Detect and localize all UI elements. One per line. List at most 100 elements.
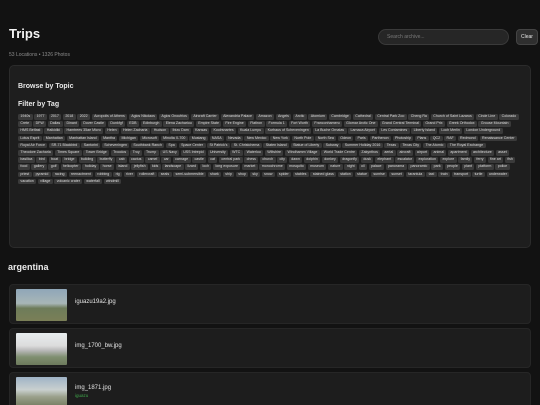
tag-chip[interactable]: aerial bbox=[381, 149, 396, 156]
tag-chip[interactable]: Manhattan Island bbox=[66, 135, 100, 142]
tag-chip[interactable]: Cheng Ra bbox=[408, 114, 430, 120]
tag-chip[interactable]: oil bbox=[358, 164, 367, 170]
photo-tag[interactable]: iguazu bbox=[75, 393, 88, 398]
tag-chip[interactable]: taxi bbox=[426, 171, 437, 178]
tag-chip[interactable]: La Buche Ornatas bbox=[312, 128, 347, 134]
tag-chip[interactable]: panoramic bbox=[408, 164, 430, 170]
tag-chip[interactable]: North Sea bbox=[315, 135, 337, 142]
tag-chip[interactable]: bird bbox=[36, 157, 48, 163]
tag-chip[interactable]: NASA bbox=[209, 135, 225, 142]
photo-card[interactable]: img_1871.jpg iguazu bbox=[9, 372, 531, 405]
tag-chip[interactable]: camel bbox=[145, 157, 160, 163]
tag-chip[interactable]: Acropolis of Athens bbox=[91, 114, 128, 120]
tag-chip[interactable]: New York bbox=[270, 135, 291, 142]
tag-chip[interactable]: architecture bbox=[470, 149, 495, 156]
tag-chip[interactable]: Michigan bbox=[119, 135, 139, 142]
tag-chip[interactable]: family bbox=[458, 157, 473, 163]
tag-chip[interactable]: loch bbox=[200, 164, 212, 170]
tag-chip[interactable]: airport bbox=[414, 149, 430, 156]
tag-chip[interactable]: dawn bbox=[288, 157, 303, 163]
tag-chip[interactable]: carnage bbox=[172, 157, 191, 163]
tag-chip[interactable]: Amazon bbox=[256, 114, 274, 120]
tag-chip[interactable]: Greek Orthodox bbox=[446, 121, 477, 127]
tag-chip[interactable]: Helen Zacharia bbox=[120, 128, 150, 134]
tag-chip[interactable]: Parthenon bbox=[369, 135, 391, 142]
tag-chip[interactable]: transport bbox=[451, 171, 471, 178]
tag-chip[interactable]: butterfly bbox=[97, 157, 115, 163]
tag-chip[interactable]: waterfall bbox=[83, 178, 103, 185]
tag-chip[interactable]: Mustang bbox=[189, 135, 208, 142]
tag-chip[interactable]: tarantula bbox=[405, 171, 425, 178]
tag-chip[interactable]: Fire Engine bbox=[223, 121, 247, 127]
tag-chip[interactable]: helicopter bbox=[60, 164, 81, 170]
tag-chip[interactable]: castle bbox=[192, 157, 207, 163]
tag-chip[interactable]: Franconhameru bbox=[312, 121, 343, 127]
tag-chip[interactable]: horse bbox=[100, 164, 115, 170]
tag-chip[interactable]: Hudson bbox=[151, 128, 169, 134]
photo-thumbnail[interactable] bbox=[16, 333, 67, 365]
tag-chip[interactable]: jellyfish bbox=[131, 164, 148, 170]
tag-chip[interactable]: Subway bbox=[323, 142, 341, 149]
search-input[interactable] bbox=[378, 29, 509, 45]
tag-chip[interactable]: boat bbox=[48, 157, 61, 163]
tag-chip[interactable]: Colorado bbox=[499, 114, 519, 120]
tag-chip[interactable]: holiday bbox=[82, 164, 99, 170]
tag-chip[interactable]: police bbox=[495, 164, 510, 170]
tag-chip[interactable]: Nevada bbox=[225, 135, 243, 142]
tag-chip[interactable]: aircraft bbox=[397, 149, 413, 156]
tag-chip[interactable]: University bbox=[207, 149, 229, 156]
tag-chip[interactable]: Dover Castle bbox=[80, 121, 107, 127]
tag-chip[interactable]: spider bbox=[276, 171, 292, 178]
tag-chip[interactable]: Trump bbox=[143, 149, 159, 156]
tag-chip[interactable]: Kuala Lumpu bbox=[237, 128, 264, 134]
tag-chip[interactable]: dusk bbox=[360, 157, 374, 163]
tag-chip[interactable]: stained glass bbox=[310, 171, 337, 178]
tag-chip[interactable]: plant bbox=[461, 164, 475, 170]
tag-chip[interactable]: Angels bbox=[275, 114, 292, 120]
tag-chip[interactable]: Staten Island bbox=[263, 142, 290, 149]
tag-chip[interactable]: Ibizu Dam bbox=[170, 128, 192, 134]
tag-chip[interactable]: Empire State bbox=[195, 121, 222, 127]
tag-chip[interactable]: turtle bbox=[472, 171, 485, 178]
tag-chip[interactable]: landscape bbox=[162, 164, 184, 170]
tag-chip[interactable]: cat bbox=[207, 157, 218, 163]
tag-chip[interactable]: gallery bbox=[31, 164, 47, 170]
tag-chip[interactable]: Statue of Liberty bbox=[290, 142, 322, 149]
tag-chip[interactable]: racing bbox=[52, 171, 67, 178]
tag-chip[interactable]: USS Intrepid bbox=[180, 149, 206, 156]
tag-chip[interactable]: Dunkfgf bbox=[108, 121, 126, 127]
tag-chip[interactable]: Circle Line bbox=[475, 114, 498, 120]
tag-chip[interactable]: rig bbox=[113, 171, 123, 178]
tag-chip[interactable]: central park bbox=[219, 157, 243, 163]
tag-chip[interactable]: cab bbox=[116, 157, 128, 163]
tag-chip[interactable]: Les Contamines bbox=[378, 128, 410, 134]
tag-chip[interactable]: Cambridge bbox=[328, 114, 352, 120]
tag-chip[interactable]: Tower Bridge bbox=[83, 149, 110, 156]
tag-chip[interactable]: Flatiron bbox=[247, 121, 265, 127]
tag-chip[interactable]: sky bbox=[249, 171, 261, 178]
tag-chip[interactable]: Minolta X-700 bbox=[160, 135, 188, 142]
tag-chip[interactable]: food bbox=[18, 164, 30, 170]
tag-chip[interactable]: Theodore Zacharia bbox=[18, 149, 54, 156]
tag-chip[interactable]: Kurhaus of Scheveningen bbox=[265, 128, 312, 134]
tag-chip[interactable]: Renaissance Center bbox=[479, 135, 517, 142]
tag-chip[interactable]: Wiltshire bbox=[264, 149, 284, 156]
tag-chip[interactable]: DFW bbox=[33, 121, 47, 127]
tag-chip[interactable]: Royal Air Force bbox=[18, 142, 48, 149]
tag-chip[interactable]: underwater bbox=[486, 171, 510, 178]
tag-chip[interactable]: Mantha bbox=[100, 135, 118, 142]
tag-chip[interactable]: museum bbox=[307, 164, 327, 170]
tag-chip[interactable]: Odeon bbox=[337, 135, 354, 142]
tag-chip[interactable]: Halkidiki bbox=[44, 128, 63, 134]
tag-chip[interactable]: The Atomic bbox=[423, 142, 446, 149]
tag-chip[interactable]: kids bbox=[149, 164, 161, 170]
tag-chip[interactable]: golf bbox=[48, 164, 59, 170]
tag-chip[interactable]: Grouse Mountain bbox=[478, 121, 511, 127]
tag-chip[interactable]: dolphin bbox=[303, 157, 321, 163]
clear-button[interactable]: Clear bbox=[516, 29, 538, 45]
tag-chip[interactable]: Loch Merlin bbox=[438, 128, 463, 134]
tag-chip[interactable]: US Navy bbox=[160, 149, 180, 156]
tag-chip[interactable]: Southbank Ranch bbox=[131, 142, 165, 149]
tag-chip[interactable]: Fort Worth bbox=[288, 121, 311, 127]
tag-chip[interactable]: robbing bbox=[94, 171, 112, 178]
